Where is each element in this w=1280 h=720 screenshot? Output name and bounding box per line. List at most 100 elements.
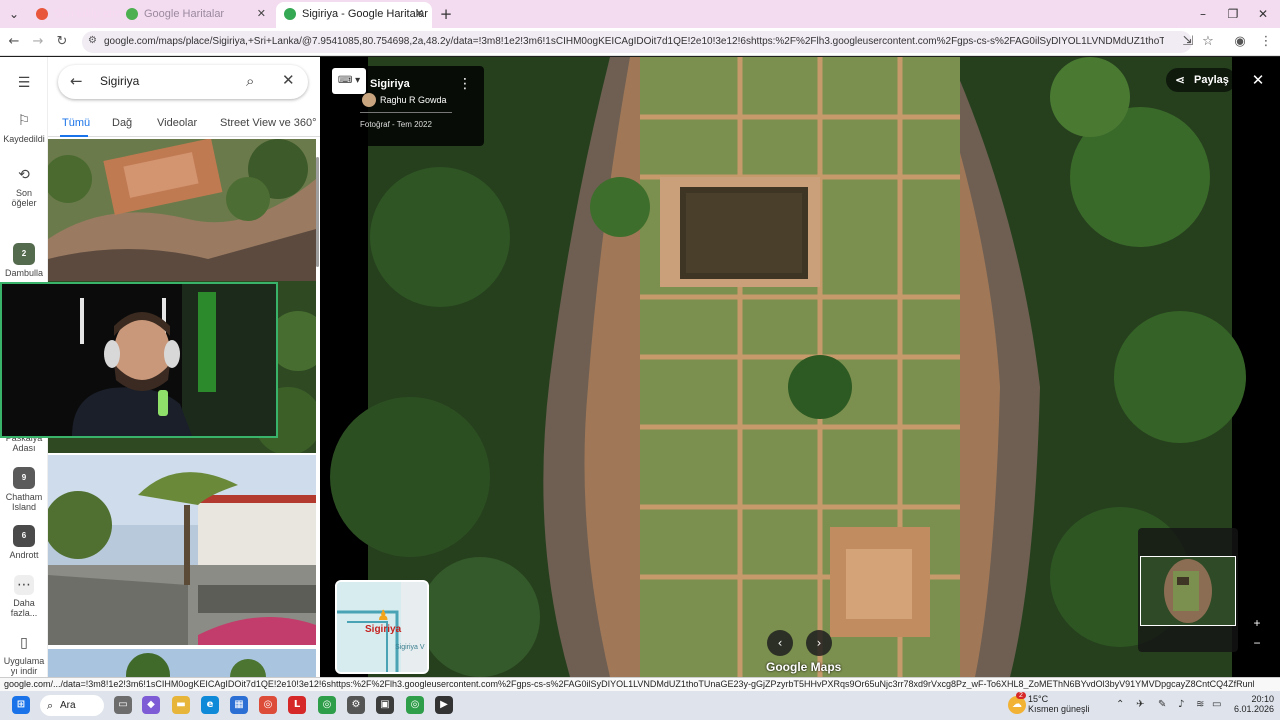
clock-date: 6.01.2026 [1233,704,1274,714]
forward-icon[interactable]: → [28,32,48,52]
search-input[interactable]: Sigiriya [100,74,139,88]
tab-label: Son takip etmen... [54,8,128,20]
photo-title: Sigiriya [370,78,410,90]
site-info-icon[interactable]: ⚙ [88,35,97,46]
keyboard-shortcuts-icon[interactable]: ⌨ ▾ [332,68,366,94]
tray-chevron-icon[interactable]: ⌃ [1116,699,1124,710]
more-icon: ⋯ [14,575,34,595]
taskbar-search[interactable]: ⌕ Ara [40,695,104,716]
rail-recent[interactable]: ⟲ Son öğeler [0,165,48,208]
photo-thumbnail[interactable] [48,455,316,645]
wifi-icon[interactable]: ≋ [1196,699,1204,710]
tab-2[interactable]: Google Haritalar ✕ [118,2,274,28]
photo-date: Fotoğraf - Tem 2022 [360,120,432,129]
media-player-icon[interactable]: ▶ [435,696,453,714]
url-text: google.com/maps/place/Sigiriya,+Sri+Lank… [104,36,1164,47]
chrome-active-icon[interactable]: ◎ [318,696,336,714]
more-options-icon[interactable]: ⋮ [458,76,472,92]
minimap-label: Sigiriya [365,624,402,635]
copilot-icon[interactable]: ◆ [142,696,160,714]
tab-favicon-icon [36,8,48,20]
task-view-icon[interactable]: ▭ [114,696,132,714]
file-explorer-icon[interactable]: ▬ [172,696,190,714]
rail-chatham[interactable]: 9 Chatham Island [0,467,48,512]
tab-1[interactable]: Son takip etmen... [28,2,128,28]
reload-icon[interactable]: ↻ [52,32,72,52]
new-tab-button[interactable]: + [436,4,456,24]
windows-start-icon[interactable]: ⊞ [12,696,30,714]
edge-icon[interactable]: e [201,696,219,714]
browser-toolbar: ← → ↻ ⚙ google.com/maps/place/Sigiriya,+… [0,28,1280,56]
restore-icon[interactable]: ❐ [1218,4,1248,24]
share-icon: ⋖ [1175,73,1186,87]
place-thumbnail: 2 [13,243,35,265]
window-close-icon[interactable]: ✕ [1248,4,1278,24]
windows-taskbar: ⊞ ⌕ Ara ▭ ◆ ▬ e ▦ ◎ L ◎ ⚙ ▣ ◎ ▶ ☁ 2 15°C… [0,691,1280,720]
zoom-in-button[interactable]: + [1250,616,1264,630]
close-icon[interactable]: ✕ [282,71,295,89]
rail-dambulla[interactable]: 2 Dambulla [0,243,48,278]
zoom-out-button[interactable]: − [1250,636,1264,650]
clock[interactable]: 20:10 6.01.2026 [1230,694,1274,714]
rail-more[interactable]: ⋯ Daha fazla... [0,575,48,618]
clock-time: 20:10 [1251,694,1274,704]
search-icon[interactable]: ⌕ [246,72,254,90]
minimize-icon[interactable]: – [1188,4,1218,24]
tab-all[interactable]: Tümü [62,117,90,129]
steam-icon[interactable]: ⚙ [347,696,365,714]
photo-thumbnail[interactable] [48,139,316,281]
tab-mountain[interactable]: Dağ [112,117,132,129]
tab-close-icon[interactable]: ✕ [415,2,424,26]
app-l-icon[interactable]: L [288,696,306,714]
tab-search-chevron-icon[interactable]: ⌄ [4,4,24,24]
panel-scrollbar[interactable] [316,157,319,267]
app-monitor-icon[interactable]: ▣ [376,696,394,714]
back-arrow-icon[interactable]: ← [70,72,83,90]
share-label: Paylaş [1194,74,1229,86]
place-thumbnail: 6 [13,525,35,547]
overview-frame [1140,556,1236,626]
store-icon[interactable]: ▦ [230,696,248,714]
search-box[interactable]: ← Sigiriya ⌕ ✕ [58,65,308,99]
rail-saved[interactable]: ⚐ Kaydedildi [0,111,48,144]
taskbar-search-label: Ara [60,700,76,711]
browser-menu-icon[interactable]: ⋮ [1256,32,1276,52]
place-thumbnail: 9 [13,467,35,489]
pen-icon[interactable]: ✎ [1158,699,1166,710]
chrome-icon[interactable]: ◎ [259,696,277,714]
address-bar[interactable]: ⚙ google.com/maps/place/Sigiriya,+Sri+La… [82,31,1192,53]
weather-temp: 15°C [1028,694,1049,704]
rail-get-app[interactable]: ▯ Uygulama yı indir [0,633,48,676]
battery-icon[interactable]: ▭ [1212,699,1221,710]
tab-videos[interactable]: Videolar [157,117,197,129]
maps-favicon-icon [126,8,138,20]
tab-street-view[interactable]: Street View ve 360° [220,117,317,129]
photo-author[interactable]: Raghu R Gowda [380,95,447,105]
bookmark-star-icon[interactable]: ☆ [1198,32,1218,52]
photo-filter-tabs: Tümü Dağ Videolar Street View ve 360° [48,111,320,137]
tab-3-active[interactable]: Sigiriya - Google Haritalar ✕ [276,2,432,28]
network-off-icon[interactable]: ✈ [1136,699,1144,710]
volume-icon[interactable]: ♪ [1178,699,1184,710]
rail-label: Son öğeler [11,188,37,208]
next-photo-button[interactable]: › [806,630,832,656]
history-icon: ⟲ [18,167,30,183]
photo-overview[interactable] [1138,528,1238,652]
bookmark-icon: ⚐ [17,113,31,129]
photo-viewer[interactable] [320,57,1280,677]
weather-widget[interactable]: 15°C Kısmen güneşli [1028,694,1090,714]
hamburger-menu-icon[interactable]: ☰ [0,73,48,96]
close-viewer-icon[interactable]: ✕ [1248,70,1268,90]
rail-andrott[interactable]: 6 Andrott [0,525,48,560]
tab-label: Sigiriya - Google Haritalar [302,8,428,20]
share-button[interactable]: ⋖ Paylaş [1166,68,1236,92]
minimap[interactable]: ♟ Sigiriya Sigiriya V [335,580,429,674]
back-icon[interactable]: ← [4,32,24,52]
chrome-profile-icon[interactable]: ◎ [406,696,424,714]
tab-close-icon[interactable]: ✕ [257,2,266,26]
install-app-icon[interactable]: ⇲ [1178,32,1198,52]
photo-thumbnail[interactable] [48,649,316,677]
profile-icon[interactable]: ◉ [1230,32,1250,52]
rail-label: Chatham Island [5,492,43,512]
previous-photo-button[interactable]: ‹ [767,630,793,656]
